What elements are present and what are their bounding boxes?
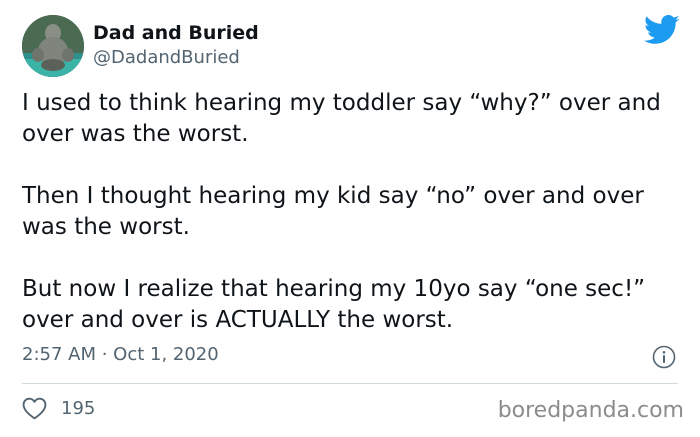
tweet-paragraph: I used to think hearing my toddler say “… (22, 90, 661, 147)
tweet-paragraph: Then I thought hearing my kid say “no” o… (22, 183, 644, 240)
info-icon[interactable] (652, 345, 676, 369)
author-handle[interactable]: @DadandBuried (93, 47, 240, 68)
watermark: boredpanda.com (497, 398, 684, 423)
divider (22, 383, 678, 384)
tweet-text: I used to think hearing my toddler say “… (22, 88, 687, 336)
like-count: 195 (61, 398, 96, 419)
avatar[interactable] (22, 15, 84, 77)
heart-outline-icon[interactable] (22, 397, 47, 420)
tweet-timestamp[interactable]: 2:57 AM · Oct 1, 2020 (22, 344, 219, 365)
twitter-bird-icon[interactable] (644, 14, 680, 46)
avatar-image (22, 15, 84, 77)
author-display-name[interactable]: Dad and Buried (93, 22, 259, 44)
tweet-paragraph: But now I realize that hearing my 10yo s… (22, 276, 646, 333)
